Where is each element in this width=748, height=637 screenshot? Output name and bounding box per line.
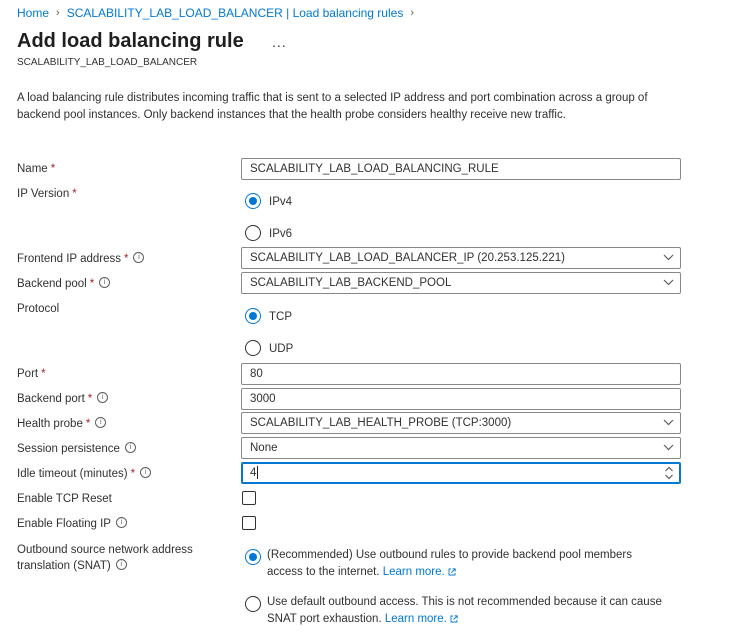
required-marker: *: [50, 163, 56, 175]
page-description: A load balancing rule distributes incomi…: [17, 92, 648, 121]
snat-option1-line2: access to the internet.: [267, 566, 380, 578]
name-input[interactable]: SCALABILITY_LAB_LOAD_BALANCING_RULE: [241, 158, 681, 180]
required-marker: *: [41, 368, 46, 380]
ipv6-radio-label: IPv6: [269, 228, 293, 240]
tcp-radio[interactable]: [245, 308, 261, 324]
breadcrumb-home-link[interactable]: Home: [17, 6, 49, 20]
snat-option1-line2-wrap: access to the internet. Learn more.: [267, 565, 456, 580]
info-icon[interactable]: i: [99, 277, 111, 289]
chevron-down-icon: [663, 419, 674, 426]
ip-version-label-text: IP Version: [17, 188, 70, 200]
frontend-ip-label: Frontend IP address * i: [17, 252, 145, 267]
snat-option2-line2-wrap: SNAT port exhaustion. Learn more.: [267, 612, 458, 627]
snat-label-line2: translation (SNAT): [17, 560, 111, 572]
chevron-down-icon: [663, 444, 674, 451]
info-icon[interactable]: i: [133, 252, 145, 264]
info-icon[interactable]: i: [97, 392, 109, 404]
info-icon[interactable]: i: [140, 467, 152, 479]
info-icon[interactable]: i: [115, 517, 127, 529]
chevron-down-icon: [663, 279, 674, 286]
ip-version-label: IP Version *: [17, 187, 77, 202]
idle-timeout-label-text: Idle timeout (minutes): [17, 468, 128, 480]
health-probe-label: Health probe * i: [17, 417, 107, 432]
backend-port-input[interactable]: 3000: [241, 388, 681, 410]
frontend-ip-dropdown[interactable]: SCALABILITY_LAB_LOAD_BALANCER_IP (20.253…: [241, 247, 681, 269]
idle-timeout-label: Idle timeout (minutes) * i: [17, 467, 152, 482]
floating-ip-label-text: Enable Floating IP: [17, 518, 111, 530]
port-label: Port *: [17, 367, 46, 382]
required-marker: *: [89, 278, 95, 290]
backend-pool-label: Backend pool * i: [17, 277, 111, 292]
required-marker: *: [85, 418, 91, 430]
tcp-reset-label: Enable TCP Reset: [17, 493, 112, 505]
port-label-text: Port: [17, 368, 39, 380]
info-icon[interactable]: i: [115, 559, 127, 571]
udp-radio-label: UDP: [269, 343, 294, 355]
session-persistence-label: Session persistence i: [17, 442, 136, 457]
chevron-down-icon: [663, 254, 674, 261]
spinner-arrows-icon[interactable]: [664, 464, 674, 482]
page-subtitle: SCALABILITY_LAB_LOAD_BALANCER: [17, 57, 198, 68]
health-probe-dropdown[interactable]: SCALABILITY_LAB_HEALTH_PROBE (TCP:3000): [241, 412, 681, 434]
tcp-radio-label: TCP: [269, 311, 292, 323]
backend-pool-label-text: Backend pool: [17, 278, 87, 290]
breadcrumb-load-balancer-link[interactable]: SCALABILITY_LAB_LOAD_BALANCER | Load bal…: [67, 6, 404, 20]
chevron-right-icon: ›: [56, 7, 60, 19]
snat-label-line2-wrap: translation (SNAT) i: [17, 559, 127, 574]
name-label-text: Name: [17, 163, 48, 175]
session-persistence-dropdown[interactable]: None: [241, 437, 681, 459]
more-options-button[interactable]: ...: [272, 34, 287, 50]
floating-ip-checkbox[interactable]: [242, 516, 256, 530]
frontend-ip-label-text: Frontend IP address: [17, 253, 121, 265]
idle-timeout-input[interactable]: 4: [241, 462, 681, 484]
chevron-right-icon: ›: [410, 7, 414, 19]
ipv6-radio[interactable]: [245, 225, 261, 241]
tcp-reset-checkbox[interactable]: [242, 491, 256, 505]
snat-label-line1: Outbound source network address: [17, 544, 193, 556]
snat-option2-line1: Use default outbound access. This is not…: [267, 596, 662, 608]
health-probe-label-text: Health probe: [17, 418, 83, 430]
required-marker: *: [124, 253, 129, 265]
backend-port-label: Backend port * i: [17, 392, 109, 407]
external-link-icon: [450, 615, 458, 623]
learn-more-link[interactable]: Learn more.: [385, 613, 447, 625]
name-label: Name *: [17, 162, 55, 177]
info-icon[interactable]: i: [124, 442, 136, 454]
frontend-ip-value: SCALABILITY_LAB_LOAD_BALANCER_IP (20.253…: [250, 252, 565, 264]
snat-default-outbound-radio[interactable]: [245, 596, 261, 612]
udp-radio[interactable]: [245, 340, 261, 356]
floating-ip-label: Enable Floating IP i: [17, 517, 127, 532]
breadcrumb: Home › SCALABILITY_LAB_LOAD_BALANCER | L…: [17, 6, 421, 20]
session-persistence-label-text: Session persistence: [17, 443, 120, 455]
required-marker: *: [130, 468, 136, 480]
text-cursor: [257, 466, 259, 480]
learn-more-link[interactable]: Learn more.: [383, 566, 445, 578]
required-marker: *: [87, 393, 93, 405]
ipv4-radio[interactable]: [245, 193, 261, 209]
idle-timeout-value: 4: [250, 467, 257, 479]
required-marker: *: [72, 188, 77, 200]
snat-option2-line2: SNAT port exhaustion.: [267, 613, 382, 625]
page-title: Add load balancing rule: [17, 30, 244, 52]
backend-pool-value: SCALABILITY_LAB_BACKEND_POOL: [250, 277, 452, 289]
health-probe-value: SCALABILITY_LAB_HEALTH_PROBE (TCP:3000): [250, 417, 512, 429]
external-link-icon: [448, 568, 456, 576]
ipv4-radio-label: IPv4: [269, 196, 293, 208]
backend-port-label-text: Backend port: [17, 393, 85, 405]
backend-pool-dropdown[interactable]: SCALABILITY_LAB_BACKEND_POOL: [241, 272, 681, 294]
port-input[interactable]: 80: [241, 363, 681, 385]
info-icon[interactable]: i: [95, 417, 107, 429]
snat-outbound-rules-radio[interactable]: [245, 549, 261, 565]
session-persistence-value: None: [250, 442, 278, 454]
protocol-label: Protocol: [17, 303, 60, 315]
snat-option1-line1: (Recommended) Use outbound rules to prov…: [267, 549, 633, 561]
